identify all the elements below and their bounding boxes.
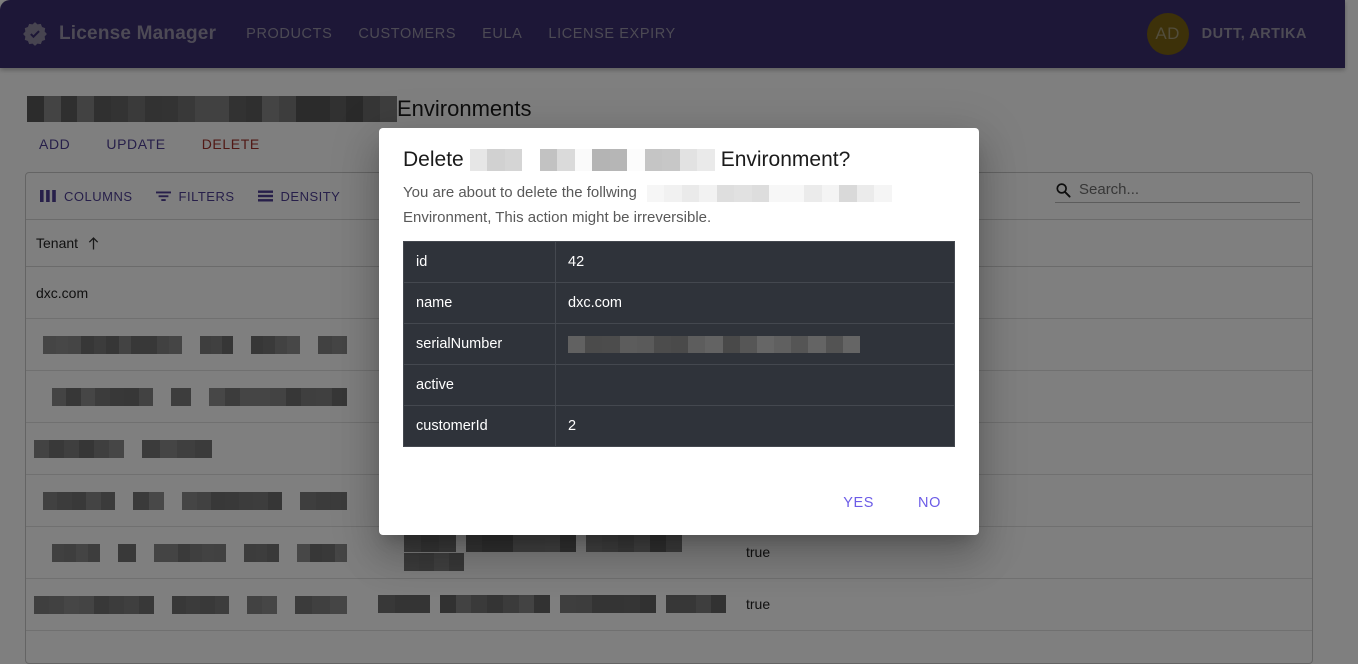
- detail-value: dxc.com: [555, 282, 955, 324]
- detail-table: id 42 name dxc.com serialNumber active custome…: [403, 241, 955, 447]
- detail-key: id: [403, 241, 556, 283]
- detail-key: customerId: [403, 405, 556, 447]
- no-button[interactable]: NO: [910, 489, 949, 517]
- detail-value: 2: [555, 405, 955, 447]
- dialog-actions: YES NO: [379, 471, 979, 535]
- detail-row: id 42: [403, 241, 955, 283]
- dialog-message: You are about to delete the follwing Env…: [403, 180, 955, 230]
- detail-row: active: [403, 364, 955, 406]
- detail-value: [555, 323, 955, 365]
- detail-key: serialNumber: [403, 323, 556, 365]
- yes-button[interactable]: YES: [835, 489, 882, 517]
- redacted-dialog-body: [646, 184, 892, 202]
- detail-row: customerId 2: [403, 405, 955, 447]
- app-root: License Manager PRODUCTS CUSTOMERS EULA …: [0, 0, 1358, 664]
- dialog-title-prefix: Delete: [403, 148, 464, 171]
- detail-key: name: [403, 282, 556, 324]
- redacted-dialog-title: [469, 149, 715, 171]
- dialog-message-line1: You are about to delete the follwing: [403, 184, 637, 201]
- delete-confirm-dialog: Delete Environment? You are about to del…: [379, 128, 979, 535]
- detail-key: active: [403, 364, 556, 406]
- detail-row: name dxc.com: [403, 282, 955, 324]
- detail-value: [555, 364, 955, 406]
- redacted-value: [568, 335, 860, 353]
- dialog-message-line2: Environment, This action might be irreve…: [403, 209, 712, 226]
- dialog-title: Delete Environment?: [379, 128, 979, 180]
- detail-value: 42: [555, 241, 955, 283]
- dialog-body: You are about to delete the follwing Env…: [379, 180, 979, 471]
- dialog-title-suffix: Environment?: [720, 148, 851, 171]
- detail-row: serialNumber: [403, 323, 955, 365]
